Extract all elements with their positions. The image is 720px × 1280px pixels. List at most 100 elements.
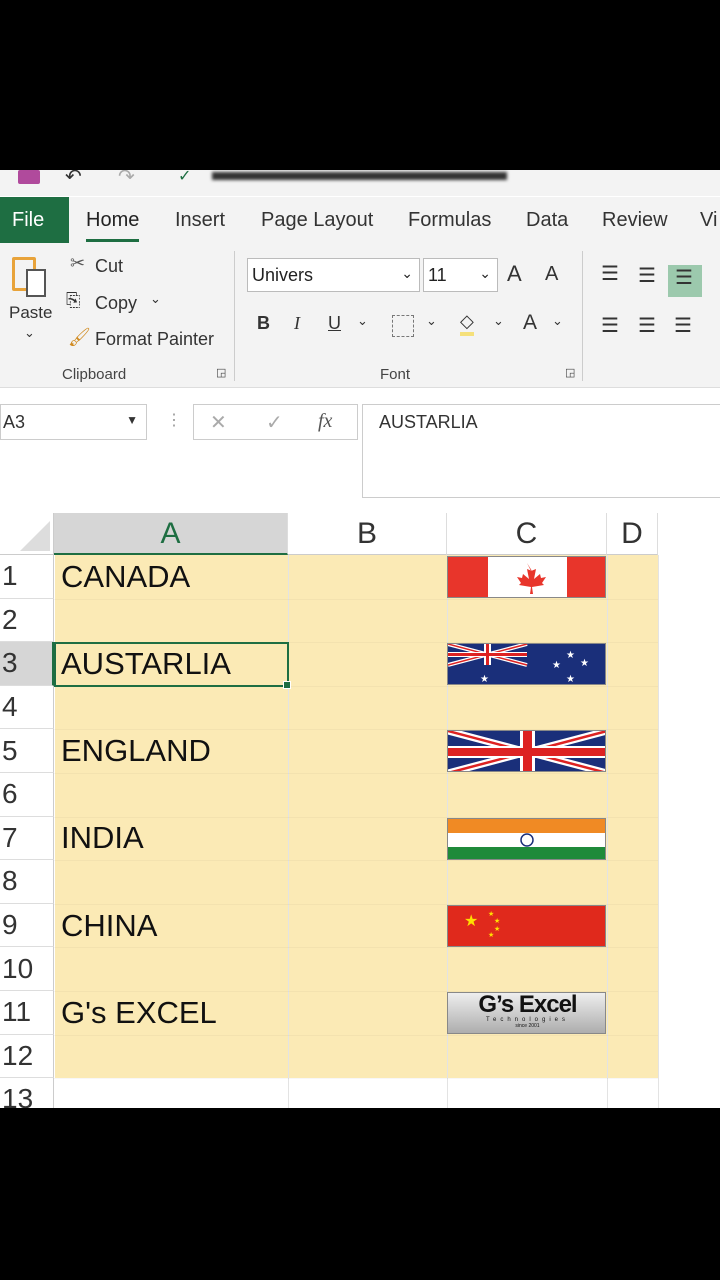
scissors-icon: ✂ xyxy=(70,253,86,273)
svg-text:★: ★ xyxy=(494,925,500,933)
copy-button[interactable]: Copy xyxy=(95,293,137,314)
insert-function-button[interactable]: fx xyxy=(318,410,332,433)
svg-text:★: ★ xyxy=(580,658,589,669)
save-icon[interactable] xyxy=(18,170,40,184)
tab-review[interactable]: Review xyxy=(602,209,668,232)
row-header-11[interactable]: 11 xyxy=(0,991,54,1035)
svg-text:★: ★ xyxy=(494,917,500,925)
row-header-10[interactable]: 10 xyxy=(0,947,54,991)
font-size-select[interactable]: 11 ⌄ xyxy=(423,258,498,292)
align-top-icon[interactable]: ☰ xyxy=(601,261,619,286)
excel-window: ↶ ↷ ✓ File Home Insert Page Layout Formu… xyxy=(0,170,720,1108)
svg-text:★: ★ xyxy=(464,913,478,930)
tab-home[interactable]: Home xyxy=(86,209,140,242)
uk-flag-image[interactable] xyxy=(447,730,606,773)
cell-a5[interactable]: ENGLAND xyxy=(61,729,211,773)
font-name-select[interactable]: Univers ⌄ xyxy=(247,258,420,292)
bold-button[interactable]: B xyxy=(257,313,270,334)
formula-input[interactable]: AUSTARLIA xyxy=(362,404,720,498)
column-header-d[interactable]: D xyxy=(607,513,658,555)
redo-icon[interactable]: ↷ xyxy=(118,170,135,189)
column-header-b[interactable]: B xyxy=(288,513,447,555)
underline-button[interactable]: U xyxy=(328,313,341,334)
row-header-9[interactable]: 9 xyxy=(0,903,54,948)
row-header-5[interactable]: 5 xyxy=(0,729,54,773)
china-flag-image[interactable]: ★ ★ ★ ★ ★ xyxy=(447,904,606,947)
svg-text:★: ★ xyxy=(488,910,494,918)
svg-text:★: ★ xyxy=(480,674,489,685)
triangle-icon xyxy=(20,521,50,551)
cell-a11[interactable]: G's EXCEL xyxy=(61,991,217,1035)
row-header-12[interactable]: 12 xyxy=(0,1034,54,1079)
enter-icon[interactable]: ✓ xyxy=(266,410,283,435)
copy-icon: ⎘ xyxy=(66,290,81,310)
gridline xyxy=(54,1035,658,1036)
row-header-3[interactable]: 3 xyxy=(0,642,54,686)
row-header-1[interactable]: 1 xyxy=(0,555,54,599)
india-flag-image[interactable] xyxy=(447,817,606,860)
undo-icon[interactable]: ↶ xyxy=(65,170,82,189)
fill-color-icon[interactable]: ◇ xyxy=(460,311,474,336)
gridline xyxy=(54,1078,658,1079)
shrink-font-button[interactable]: A xyxy=(545,263,558,286)
cut-button[interactable]: Cut xyxy=(95,256,123,277)
align-right-icon[interactable]: ☰ xyxy=(674,313,692,338)
row-header-8[interactable]: 8 xyxy=(0,860,54,904)
canada-flag-image[interactable] xyxy=(447,556,606,598)
chevron-down-icon: ⌄ xyxy=(479,265,491,281)
align-center-icon[interactable]: ☰ xyxy=(638,313,656,338)
gridline xyxy=(658,555,659,1108)
ribbon-home: Paste ⌄ ✂ Cut ⎘ Copy ⌄ 🖌 Format Painter … xyxy=(0,243,720,388)
format-painter-button[interactable]: Format Painter xyxy=(95,329,214,350)
align-middle-icon[interactable]: ☰ xyxy=(638,263,656,288)
tab-page-layout[interactable]: Page Layout xyxy=(261,209,373,232)
tab-insert[interactable]: Insert xyxy=(175,209,225,232)
cancel-icon[interactable]: ✕ xyxy=(210,410,227,435)
ribbon-tabs: File Home Insert Page Layout Formulas Da… xyxy=(0,197,720,243)
chevron-down-icon: ⌄ xyxy=(24,325,35,340)
cell-a7[interactable]: INDIA xyxy=(61,817,144,861)
column-header-a[interactable]: A xyxy=(54,513,288,555)
paper-icon xyxy=(26,269,46,297)
cell-a1[interactable]: CANADA xyxy=(61,555,190,599)
row-header-2[interactable]: 2 xyxy=(0,598,54,643)
tab-file[interactable]: File xyxy=(0,197,69,243)
borders-icon[interactable] xyxy=(392,315,414,337)
gridline xyxy=(54,599,658,600)
chevron-down-icon[interactable]: ⌄ xyxy=(150,291,161,307)
select-all-button[interactable] xyxy=(0,513,54,555)
active-cell-selection xyxy=(54,642,291,689)
name-box[interactable]: A3 ▼ xyxy=(0,404,147,440)
australia-flag-image[interactable]: ★ ★ ★ ★ ★ xyxy=(447,643,606,686)
column-header-c[interactable]: C xyxy=(447,513,607,555)
italic-button[interactable]: I xyxy=(294,313,300,334)
paste-button[interactable]: Paste ⌄ xyxy=(8,253,58,348)
tab-formulas[interactable]: Formulas xyxy=(408,209,491,232)
font-color-button[interactable]: A xyxy=(523,311,537,335)
row-header-4[interactable]: 4 xyxy=(0,685,54,730)
cell-a9[interactable]: CHINA xyxy=(61,904,157,948)
svg-text:★: ★ xyxy=(552,660,561,671)
font-group-label: Font xyxy=(380,366,411,383)
grow-font-button[interactable]: A xyxy=(507,261,522,287)
chevron-down-icon[interactable]: ⌄ xyxy=(552,313,563,329)
gs-excel-logo[interactable]: G’s Excel Technologies since 2001 xyxy=(447,992,606,1034)
row-header-7[interactable]: 7 xyxy=(0,816,54,861)
tab-view[interactable]: Vi xyxy=(700,209,717,232)
gridline xyxy=(54,947,658,948)
chevron-down-icon[interactable]: ⌄ xyxy=(357,313,368,329)
more-icon: ⋮ xyxy=(166,412,182,429)
dialog-launcher-icon[interactable]: ◲ xyxy=(216,366,226,379)
clipboard-group-label: Clipboard xyxy=(62,366,127,383)
check-icon[interactable]: ✓ xyxy=(178,170,191,186)
gridline xyxy=(54,860,658,861)
chevron-down-icon[interactable]: ⌄ xyxy=(426,313,437,329)
align-left-icon[interactable]: ☰ xyxy=(601,313,619,338)
tab-data[interactable]: Data xyxy=(526,209,568,232)
row-header-6[interactable]: 6 xyxy=(0,773,54,817)
align-bottom-icon[interactable]: ☰ xyxy=(668,265,702,297)
chevron-down-icon[interactable]: ⌄ xyxy=(493,313,504,329)
row-header-13[interactable]: 13 xyxy=(0,1078,54,1108)
gridline xyxy=(288,555,289,1108)
dialog-launcher-icon[interactable]: ◲ xyxy=(565,366,575,379)
